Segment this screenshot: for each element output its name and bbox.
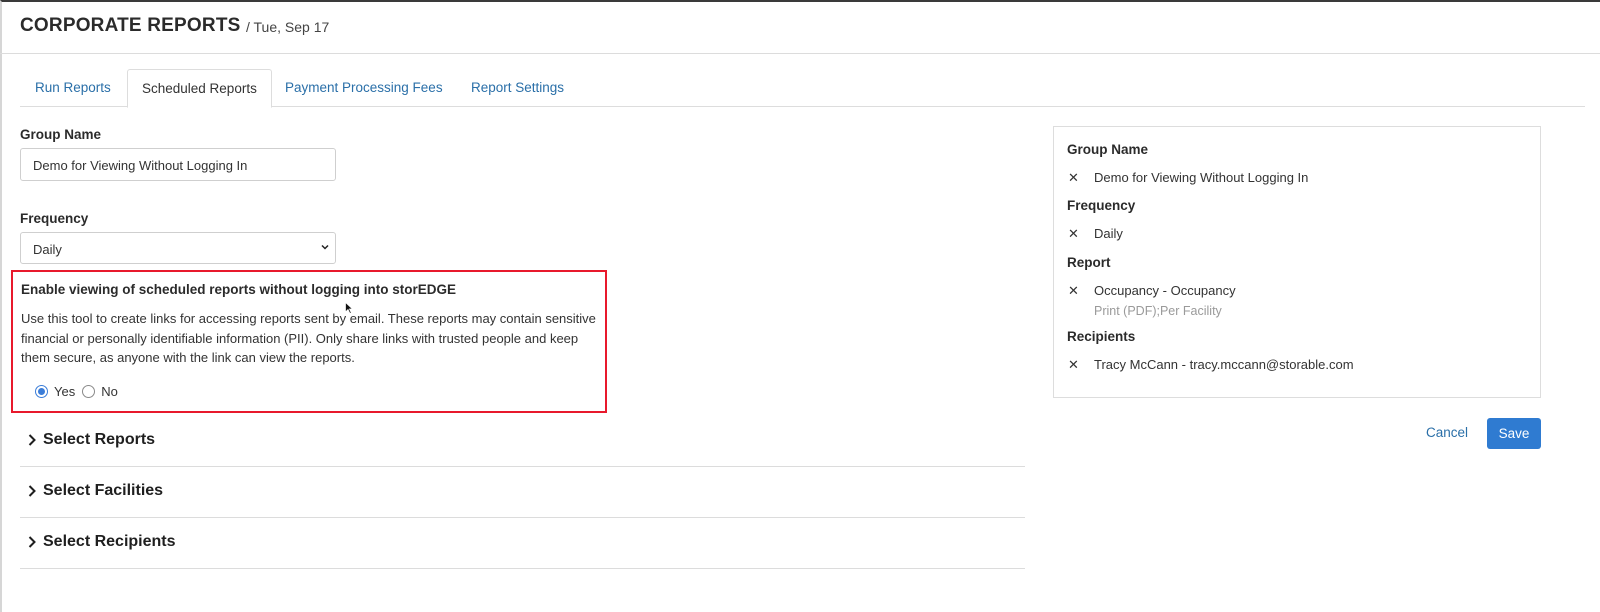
select-facilities-section[interactable]: Select Facilities xyxy=(20,470,1025,518)
summary-report-label: Report xyxy=(1067,255,1111,270)
select-reports-section[interactable]: Select Reports xyxy=(20,419,1025,467)
yes-radio[interactable] xyxy=(35,385,48,398)
select-reports-title: Select Reports xyxy=(43,431,156,448)
tab-scheduled-reports[interactable]: Scheduled Reports xyxy=(127,69,272,108)
tab-payment-processing-fees[interactable]: Payment Processing Fees xyxy=(285,69,443,107)
summary-frequency-label: Frequency xyxy=(1067,198,1136,213)
no-radio-label[interactable]: No xyxy=(101,384,118,399)
chevron-right-icon xyxy=(28,536,36,548)
close-icon[interactable]: ✕ xyxy=(1068,170,1079,186)
summary-report-detail: Print (PDF);Per Facility xyxy=(1094,304,1222,318)
group-name-input[interactable]: Demo for Viewing Without Logging In xyxy=(20,148,336,181)
summary-frequency-value: Daily xyxy=(1094,226,1123,241)
public-view-radio-group: Yes No xyxy=(35,384,125,399)
notice-text: Use this tool to create links for access… xyxy=(21,311,596,365)
page-header: CORPORATE REPORTS / Tue, Sep 17 xyxy=(0,0,1600,54)
close-icon[interactable]: ✕ xyxy=(1068,357,1079,373)
select-recipients-section[interactable]: Select Recipients xyxy=(20,521,1025,569)
yes-radio-label[interactable]: Yes xyxy=(54,384,75,399)
cancel-button[interactable]: Cancel xyxy=(1426,425,1468,440)
summary-group-name-label: Group Name xyxy=(1067,142,1149,157)
select-facilities-title: Select Facilities xyxy=(43,482,164,499)
page-title: CORPORATE REPORTS xyxy=(20,15,241,36)
summary-report-value: Occupancy - Occupancy xyxy=(1094,283,1236,298)
save-button[interactable]: Save xyxy=(1487,418,1541,449)
summary-panel: Group Name ✕ Demo for Viewing Without Lo… xyxy=(1053,126,1541,398)
page-date: / Tue, Sep 17 xyxy=(246,19,330,35)
tab-report-settings[interactable]: Report Settings xyxy=(471,69,564,107)
public-view-notice: Enable viewing of scheduled reports with… xyxy=(11,270,607,413)
tab-run-reports[interactable]: Run Reports xyxy=(35,69,111,107)
tab-bar: Run Reports Scheduled Reports Payment Pr… xyxy=(20,69,1585,108)
close-icon[interactable]: ✕ xyxy=(1068,283,1079,299)
close-icon[interactable]: ✕ xyxy=(1068,226,1079,242)
chevron-down-icon xyxy=(321,244,329,250)
mouse-pointer-icon xyxy=(345,302,353,314)
chevron-right-icon xyxy=(28,485,36,497)
select-recipients-title: Select Recipients xyxy=(43,533,176,550)
frequency-select[interactable]: Daily xyxy=(20,232,336,264)
notice-title: Enable viewing of scheduled reports with… xyxy=(21,282,457,297)
summary-group-name-value: Demo for Viewing Without Logging In xyxy=(1094,170,1309,185)
chevron-right-icon xyxy=(28,434,36,446)
group-name-label: Group Name xyxy=(20,127,102,142)
no-radio[interactable] xyxy=(82,385,96,398)
summary-recipient-value: Tracy McCann - tracy.mccann@storable.com xyxy=(1094,357,1354,372)
frequency-selected-value: Daily xyxy=(33,242,62,257)
summary-recipients-label: Recipients xyxy=(1067,329,1136,344)
frequency-label: Frequency xyxy=(20,211,89,226)
